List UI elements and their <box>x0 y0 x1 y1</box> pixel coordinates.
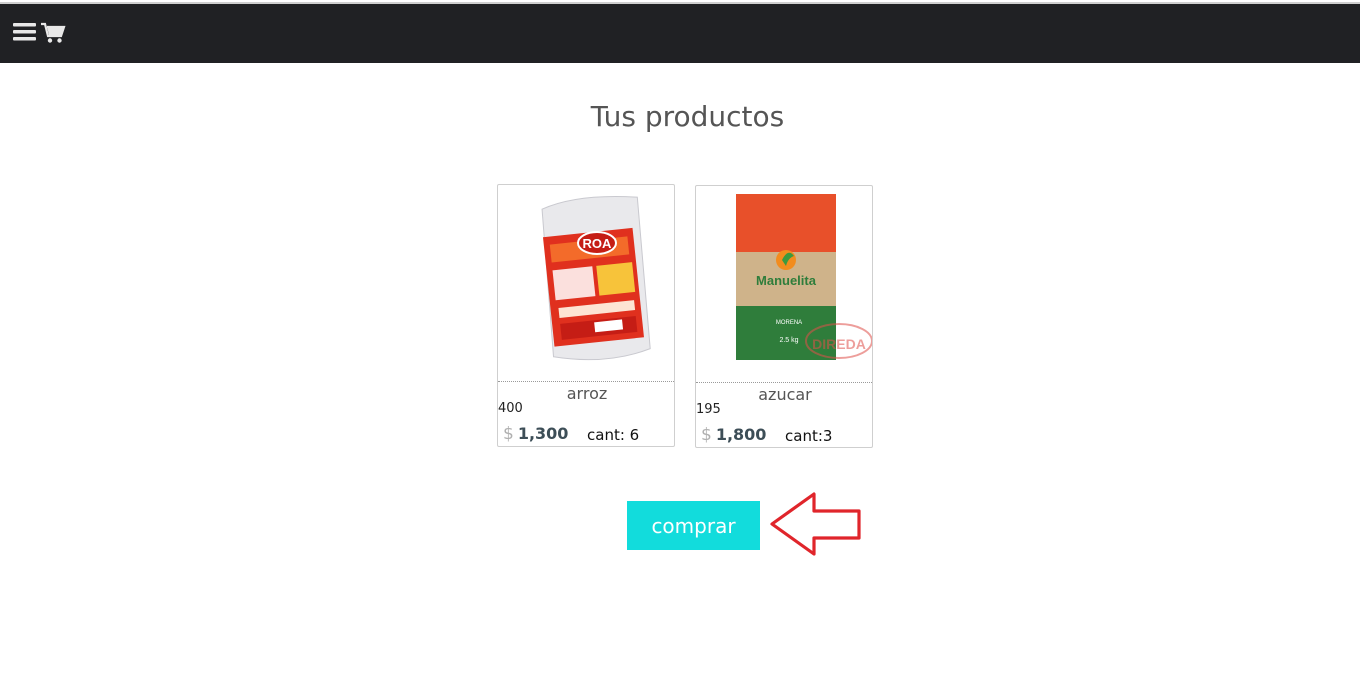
top-navbar <box>0 2 1360 63</box>
product-image-azucar: Manuelita MORENA 2.5 kg DIREDA <box>736 194 872 360</box>
annotation-arrow-left-icon <box>770 492 861 556</box>
buy-button[interactable]: comprar <box>627 501 760 550</box>
watermark: DIREDA <box>805 323 872 359</box>
price-value: 1,800 <box>715 425 767 444</box>
price-value: 1,300 <box>517 424 569 443</box>
product-name: azucar <box>758 385 812 404</box>
currency-symbol: $ <box>503 424 514 444</box>
product-card-arroz: ROA arroz 400 $1,300 cant: 6 <box>497 184 675 447</box>
card-divider <box>696 382 872 383</box>
currency-symbol: $ <box>701 425 712 445</box>
svg-text:Manuelita: Manuelita <box>756 273 817 288</box>
product-quantity: cant: 6 <box>587 426 640 444</box>
product-price: $1,800 <box>701 425 766 445</box>
product-quantity: cant:3 <box>785 427 833 445</box>
svg-text:2.5 kg: 2.5 kg <box>779 337 798 344</box>
svg-text:ROA: ROA <box>583 236 613 251</box>
page-title: Tus productos <box>590 100 785 133</box>
card-divider <box>498 381 674 382</box>
product-stock: 400 <box>498 401 523 416</box>
hamburger-menu-icon[interactable] <box>13 23 36 41</box>
product-image-arroz-logo: ROA <box>577 231 617 255</box>
product-card-azucar: Manuelita MORENA 2.5 kg DIREDA azucar 19… <box>695 185 873 448</box>
product-image-arroz: ROA <box>541 195 651 361</box>
svg-text:DIREDA: DIREDA <box>812 336 866 352</box>
shopping-cart-icon[interactable] <box>40 22 66 44</box>
svg-text:MORENA: MORENA <box>776 320 802 326</box>
product-price: $1,300 <box>503 424 568 444</box>
product-name: arroz <box>566 384 608 403</box>
product-stock: 195 <box>696 402 721 417</box>
